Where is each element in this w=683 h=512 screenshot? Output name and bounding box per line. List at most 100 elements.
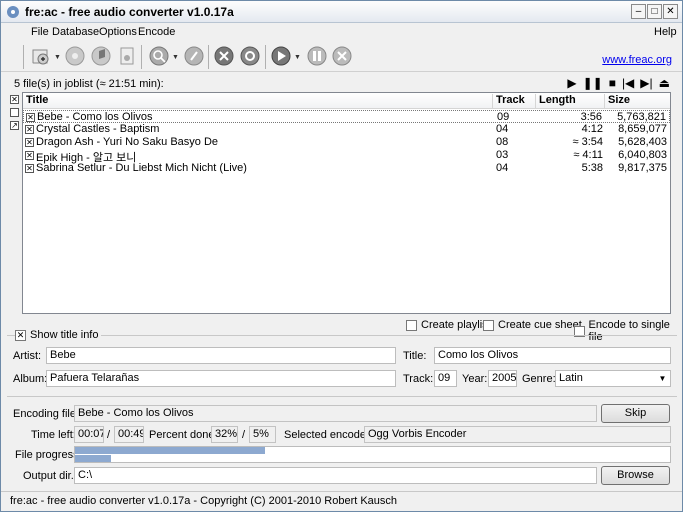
joblist-header: Title Track Length Size [23,93,670,109]
cell-track: 04 [496,162,509,174]
time-total-field: 00:49 [114,426,144,443]
cell-size: 9,817,375 [618,162,667,174]
genre-value: Latin [559,372,583,384]
show-title-info-option[interactable]: ✕ Show title info [15,329,102,341]
create-playlist-label: Create playlist [421,319,491,331]
toggle-selection-checkbox[interactable]: ↗ [10,121,19,130]
cddb-query-icon[interactable] [64,45,86,67]
select-all-checkbox[interactable]: ✕ [10,95,19,104]
column-length[interactable]: Length [536,94,605,108]
column-title[interactable]: Title [23,94,493,108]
create-cue-sheet-option[interactable]: Create cue sheet [483,319,582,331]
create-playlist-option[interactable]: Create playlist [406,319,491,331]
percent-done-label: Percent done: [149,429,218,441]
skip-button[interactable]: Skip [601,404,670,423]
cell-track: 03 [496,149,509,161]
cell-title: Sabrina Setlur - Du Liebst Mich Nicht (L… [36,162,247,174]
row-checkbox[interactable]: ✕ [26,113,35,122]
time-left-label: Time left: [31,429,76,441]
select-none-checkbox[interactable] [10,108,19,117]
cell-size: 5,763,821 [617,111,666,123]
cell-title: Dragon Ash - Yuri No Saku Basyo De [36,136,219,148]
time-separator: / [107,429,111,441]
window-title: fre:ac - free audio converter v1.0.17a [25,5,234,19]
encoding-file-label: Encoding file: [13,408,80,420]
file-info-icon[interactable] [116,45,138,67]
close-button[interactable]: ✕ [663,4,678,19]
chevron-down-icon[interactable]: ▼ [54,54,61,61]
play-encode-icon[interactable] [270,45,292,67]
track-field[interactable]: 09 [434,370,457,387]
title-label: Title: [403,350,427,362]
browse-button[interactable]: Browse [601,466,670,485]
menu-file[interactable]: File [31,26,49,38]
title-field[interactable]: Como los Olivos [434,347,671,364]
maximize-button[interactable]: □ [647,4,662,19]
cell-size: 6,040,803 [618,149,667,161]
website-link[interactable]: www.freac.org [602,54,672,66]
encoder-icon[interactable] [183,45,205,67]
file-progress-bar [74,446,671,463]
menu-encode[interactable]: Encode [138,26,175,38]
chevron-down-icon[interactable]: ▼ [656,372,669,385]
table-row[interactable]: ✕ Bebe - Como los Olivos 09 3:56 5,763,821 [23,110,670,123]
pause-icon[interactable]: ❚❚ [583,76,603,90]
minimize-button[interactable]: – [631,4,646,19]
stop-icon[interactable] [331,45,353,67]
album-field[interactable]: Pafuera Telarañas [46,370,396,387]
percent-separator: / [242,429,246,441]
row-checkbox[interactable]: ✕ [25,138,34,147]
output-dir-field[interactable]: C:\ [74,467,597,484]
settings-icon[interactable] [239,45,261,67]
percent-total-field: 5% [249,426,276,443]
column-size[interactable]: Size [605,94,670,108]
row-checkbox[interactable]: ✕ [25,125,34,134]
table-row[interactable]: ✕ Epik High - 알고 보니 03 ≈ 4:11 6,040,803 [23,149,670,164]
cell-track: 08 [496,136,509,148]
play-icon[interactable]: ▶ [567,76,576,90]
list-select-controls: ✕ ↗ [10,95,19,134]
total-progress-fill [75,455,111,462]
stop-icon[interactable]: ■ [609,76,616,90]
next-icon[interactable]: ▶| [640,76,652,90]
percent-done-field: 32% [211,426,238,443]
search-icon[interactable] [148,45,170,67]
table-row[interactable]: ✕ Crystal Castles - Baptism 04 4:12 8,659,07… [23,123,670,136]
table-row[interactable]: ✕ Dragon Ash - Yuri No Saku Basyo De 08 ≈ 3… [23,136,670,149]
artist-field[interactable]: Bebe [46,347,396,364]
chevron-down-icon[interactable]: ▼ [294,54,301,61]
column-track[interactable]: Track [493,94,536,108]
year-field[interactable]: 2005 [488,370,517,387]
cell-title: Crystal Castles - Baptism [36,123,160,135]
app-window: fre:ac - free audio converter v1.0.17a –… [0,0,683,512]
cell-length: ≈ 3:54 [572,136,603,148]
show-title-info-checkbox[interactable]: ✕ [15,329,26,341]
chevron-down-icon[interactable]: ▼ [172,54,179,61]
joblist[interactable]: Title Track Length Size ✕ Bebe - Como los… [22,92,671,314]
menu-database[interactable]: Database [52,26,99,38]
create-cue-sheet-checkbox[interactable] [483,319,494,331]
row-checkbox[interactable]: ✕ [25,164,34,173]
row-checkbox[interactable]: ✕ [25,151,34,160]
create-playlist-checkbox[interactable] [406,319,417,331]
tools-icon[interactable] [213,45,235,67]
time-left-field: 00:07 [74,426,104,443]
menu-help[interactable]: Help [654,26,677,38]
status-text: fre:ac - free audio converter v1.0.17a -… [10,495,398,507]
table-row[interactable]: ✕ Sabrina Setlur - Du Liebst Mich Nicht (… [23,162,670,175]
menu-options[interactable]: Options [99,26,137,38]
track-label: Track: [403,373,434,385]
cell-title: Bebe - Como los Olivos [37,111,153,123]
eject-icon[interactable]: ⏏ [659,76,670,90]
previous-icon[interactable]: |◀ [622,76,634,90]
year-label: Year: [462,373,488,385]
genre-select[interactable]: Latin ▼ [555,370,671,387]
selected-encoder-label: Selected encoder: [284,429,373,441]
cell-length: ≈ 4:11 [573,149,603,161]
add-files-icon[interactable] [30,45,52,67]
cd-rip-icon[interactable] [90,45,112,67]
show-title-info-label: Show title info [30,329,99,341]
toolbar-separator [23,45,24,69]
pause-icon[interactable] [306,45,328,67]
create-cue-sheet-label: Create cue sheet [498,319,582,331]
